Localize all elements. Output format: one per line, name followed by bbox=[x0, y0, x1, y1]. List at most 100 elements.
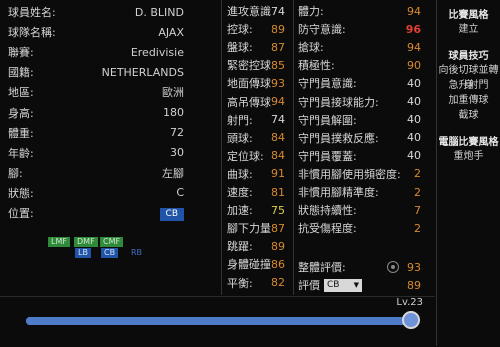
stat-value: 75 bbox=[271, 203, 285, 217]
position-map-cell: LB bbox=[75, 248, 91, 258]
level-label: Lv.23 bbox=[396, 297, 423, 308]
profile-row: 身高: 180 bbox=[0, 103, 218, 123]
stat-row: 守門員解圍: 40 bbox=[294, 111, 433, 129]
stat-label: 曲球: bbox=[227, 167, 253, 181]
stat-row: 射門: 74 bbox=[222, 111, 291, 129]
stat-value: 91 bbox=[271, 167, 285, 181]
stat-row: 抗受傷程度: 2 bbox=[294, 219, 433, 237]
profile-label: 地區: bbox=[8, 86, 34, 100]
stat-value: 2 bbox=[414, 221, 421, 235]
stat-label: 守門員接球能力: bbox=[298, 95, 379, 109]
stat-value: 90 bbox=[407, 58, 421, 72]
rating-select-value: CB bbox=[327, 280, 340, 290]
profile-label: 腳: bbox=[8, 166, 23, 180]
profile-row: 狀態: C bbox=[0, 183, 218, 203]
profile-value: Eredivisie bbox=[130, 45, 184, 59]
overall-label: 整體評價: bbox=[298, 261, 346, 274]
stat-value: 94 bbox=[407, 4, 421, 18]
profile-value: AJAX bbox=[158, 25, 184, 39]
level-slider-fill bbox=[26, 317, 411, 325]
profile-value: 左腳 bbox=[162, 166, 184, 180]
profile-row: 體重: 72 bbox=[0, 123, 218, 143]
level-slider-knob[interactable] bbox=[402, 311, 420, 329]
profile-row: 年齡: 30 bbox=[0, 143, 218, 163]
stat-value: 81 bbox=[271, 185, 285, 199]
stat-label: 搶球: bbox=[298, 41, 324, 55]
position-map-cell: CB bbox=[101, 248, 119, 258]
stat-value: 89 bbox=[271, 22, 285, 36]
profile-row: 聯賽: Eredivisie bbox=[0, 42, 218, 62]
stat-row: 守門員意識: 40 bbox=[294, 74, 433, 92]
stat-row: 體力: 94 bbox=[294, 2, 433, 20]
stat-label: 積極性: bbox=[298, 59, 335, 73]
stat-label: 守門員解圍: bbox=[298, 113, 357, 127]
stat-label: 體力: bbox=[298, 5, 324, 18]
stat-row: 狀態持續性: 7 bbox=[294, 201, 433, 219]
stat-value: 85 bbox=[271, 58, 285, 72]
stat-value: 2 bbox=[414, 185, 421, 199]
sidebar-section-title: 球員技巧 bbox=[448, 51, 489, 62]
stat-label: 地面傳球: bbox=[227, 77, 271, 91]
stat-label: 身體碰撞: bbox=[227, 258, 271, 272]
stat-row: 盤球: 87 bbox=[222, 38, 291, 56]
stat-label: 控球: bbox=[227, 23, 253, 37]
stat-value: 87 bbox=[271, 221, 285, 235]
level-slider-track[interactable] bbox=[26, 311, 420, 329]
stat-label: 加速: bbox=[227, 204, 253, 218]
profile-row-position: 位置: CB bbox=[0, 203, 218, 223]
stat-label: 守門員覆蓋: bbox=[298, 149, 357, 163]
stat-row: 曲球: 91 bbox=[222, 165, 291, 183]
stat-row: 身體碰撞: 86 bbox=[222, 255, 291, 273]
sidebar-item: 建立 bbox=[458, 24, 479, 35]
sidebar-section-title: 電腦比賽風格 bbox=[438, 137, 499, 148]
profile-value: 180 bbox=[163, 106, 184, 119]
stat-label: 抗受傷程度: bbox=[298, 222, 357, 236]
profile-label: 身高: bbox=[8, 106, 34, 120]
stat-value: 7 bbox=[414, 203, 421, 217]
stat-value: 74 bbox=[271, 113, 285, 127]
sidebar-item: 加重傳球 bbox=[448, 95, 489, 106]
stat-label: 守門員意識: bbox=[298, 77, 357, 91]
stat-label: 定位球: bbox=[227, 149, 264, 163]
stat-label: 射門: bbox=[227, 113, 253, 127]
stat-label: 狀態持續性: bbox=[298, 204, 357, 218]
rating-position-select[interactable]: CB ▼ bbox=[324, 278, 362, 292]
profile-label: 體重: bbox=[8, 126, 34, 140]
stat-row: 定位球: 84 bbox=[222, 147, 291, 165]
position-badge: CB bbox=[159, 207, 184, 221]
stat-row: 非慣用腳精準度: 2 bbox=[294, 183, 433, 201]
position-label: 位置: bbox=[8, 207, 34, 220]
rating-row: 評價 CB ▼ 89 bbox=[294, 276, 433, 294]
stat-row: 防守意識: 96 bbox=[294, 20, 433, 38]
stat-value: 40 bbox=[407, 149, 421, 163]
stat-label: 盤球: bbox=[227, 41, 253, 55]
profile-row: 球隊名稱: AJAX bbox=[0, 22, 218, 42]
stat-value: 84 bbox=[271, 131, 285, 145]
stat-row: 守門員覆蓋: 40 bbox=[294, 147, 433, 165]
level-bar: Lv.23 bbox=[0, 296, 435, 347]
stat-row: 積極性: 90 bbox=[294, 56, 433, 74]
stat-row: 平衡: 82 bbox=[222, 274, 291, 292]
profile-value: 30 bbox=[170, 146, 184, 160]
stat-label: 高吊傳球: bbox=[227, 95, 271, 109]
stat-value: 40 bbox=[407, 95, 421, 108]
stat-row: 腳下力量: 87 bbox=[222, 219, 291, 237]
stat-value: 2 bbox=[414, 167, 421, 181]
profile-row: 國籍: NETHERLANDS bbox=[0, 62, 218, 82]
chevron-down-icon: ▼ bbox=[353, 281, 359, 289]
stat-value: 82 bbox=[271, 276, 285, 289]
rating-value: 89 bbox=[407, 278, 421, 292]
position-map-cell: RB bbox=[131, 248, 143, 257]
stat-value: 93 bbox=[271, 76, 285, 90]
stat-row: 緊密控球: 85 bbox=[222, 56, 291, 74]
profile-value: NETHERLANDS bbox=[101, 65, 184, 79]
position-map-cell: LMF bbox=[48, 237, 70, 247]
stat-label: 緊密控球: bbox=[227, 59, 271, 73]
profile-label: 聯賽: bbox=[8, 46, 34, 60]
position-badge-wrap: CB bbox=[96, 206, 184, 221]
stat-row: 跳躍: 89 bbox=[222, 237, 291, 255]
profile-label: 球隊名稱: bbox=[8, 26, 56, 40]
overall-row: 整體評價: 93 bbox=[294, 258, 433, 276]
sidebar-section-title: 比賽風格 bbox=[448, 10, 489, 21]
stat-label: 非慣用腳精準度: bbox=[298, 186, 379, 199]
